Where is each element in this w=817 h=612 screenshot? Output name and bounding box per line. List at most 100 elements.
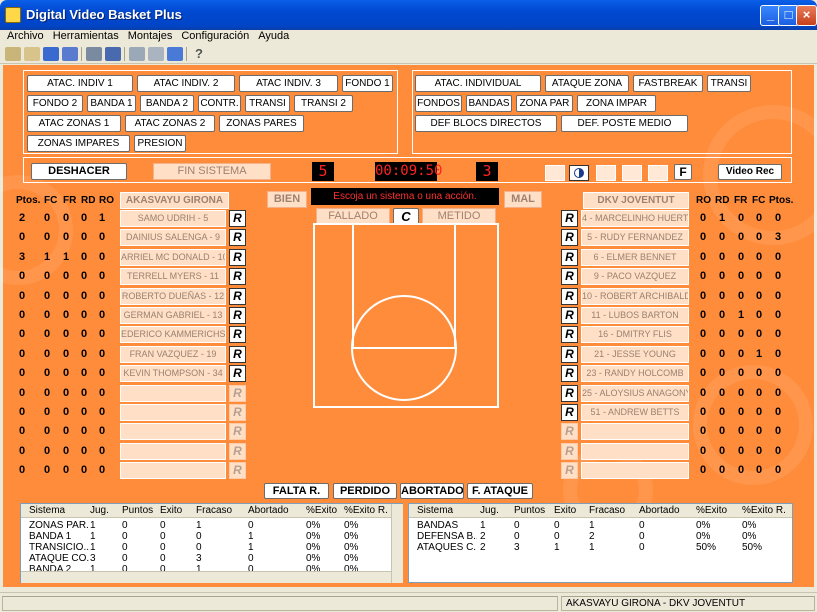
home-player-9[interactable] xyxy=(120,384,226,402)
home-player-7[interactable]: FRAN VAZQUEZ - 19 xyxy=(120,345,226,363)
table_left-col-fracaso[interactable]: Fracaso xyxy=(196,505,246,516)
home-table-hscrollbar[interactable] xyxy=(21,571,391,583)
video-rec-button[interactable]: Video Rec xyxy=(718,164,782,180)
layout-icon[interactable] xyxy=(148,47,164,61)
away-player-8[interactable]: 23 - RANDY HOLCOMB xyxy=(581,365,689,383)
menu-archivo[interactable]: Archivo xyxy=(5,30,46,43)
home-player-3[interactable]: TERRELL MYERS - 11 xyxy=(120,268,226,286)
f-ataque-button[interactable]: F. ATAQUE xyxy=(467,483,533,499)
table_right-col-puntos[interactable]: Puntos xyxy=(514,505,550,516)
window-icon[interactable] xyxy=(129,47,145,61)
menu-montajes[interactable]: Montajes xyxy=(126,30,175,43)
home-systems-table[interactable]: Sistema Jug. Puntos Exito Fracaso Abortado %Ex… xyxy=(20,503,403,583)
system-button-banda-1[interactable]: BANDA 1 xyxy=(87,95,136,112)
away-player-10[interactable]: 51 - ANDREW BETTS xyxy=(581,404,689,421)
away-r-button-11[interactable]: R xyxy=(561,423,578,441)
table_right-col-exito-r[interactable]: %Exito R. xyxy=(742,505,794,516)
home-r-button-0[interactable]: R xyxy=(229,210,246,227)
home-player-6[interactable]: EDERICO KAMMERICHS - 1 xyxy=(120,326,226,344)
away-player-2[interactable]: 6 - ELMER BENNET xyxy=(581,248,689,266)
away-r-button-5[interactable]: R xyxy=(561,307,578,324)
court-diagram[interactable] xyxy=(313,223,499,408)
menu-herramientas[interactable]: Herramientas xyxy=(51,30,121,43)
system-button-fondo-1[interactable]: FONDO 1 xyxy=(342,75,393,92)
away-player-9[interactable]: 25 - ALOYSIUS ANAGONYE xyxy=(581,384,689,402)
draw-icon[interactable] xyxy=(86,47,102,61)
bien-button[interactable]: BIEN xyxy=(267,191,307,208)
away-r-button-8[interactable]: R xyxy=(561,365,578,383)
system-button-def-blocs-directos[interactable]: DEF BLOCS DIRECTOS xyxy=(415,115,557,132)
away-player-6[interactable]: 16 - DMITRY FLIS xyxy=(581,326,689,344)
system-button-fondos[interactable]: FONDOS xyxy=(415,95,462,112)
away-player-1[interactable]: 5 - RUDY FERNANDEZ xyxy=(581,229,689,247)
table_right-col-jug[interactable]: Jug. xyxy=(480,505,510,516)
system-button-transi-2[interactable]: TRANSI 2 xyxy=(294,95,353,112)
system-button-zonas-pares[interactable]: ZONAS PARES xyxy=(219,115,304,132)
system-button-fastbreak[interactable]: FASTBREAK xyxy=(633,75,703,92)
away-player-5[interactable]: 11 - LUBOS BARTON xyxy=(581,307,689,324)
table_right-col-exito[interactable]: %Exito xyxy=(696,505,740,516)
system-button-atac-zonas-1[interactable]: ATAC ZONAS 1 xyxy=(27,115,121,132)
away-player-4[interactable]: 10 - ROBERT ARCHIBALD xyxy=(581,287,689,305)
home-r-button-5[interactable]: R xyxy=(229,307,246,324)
option-box-3[interactable] xyxy=(622,165,642,181)
save-icon[interactable] xyxy=(43,47,59,61)
system-button-banda-2[interactable]: BANDA 2 xyxy=(140,95,194,112)
menu-configuracion[interactable]: Configuración xyxy=(179,30,251,43)
mal-button[interactable]: MAL xyxy=(504,191,542,208)
home-player-12[interactable] xyxy=(120,442,226,460)
system-button-zonas-impares[interactable]: ZONAS IMPARES xyxy=(27,135,130,152)
away-r-button-10[interactable]: R xyxy=(561,404,578,421)
away-player-12[interactable] xyxy=(581,442,689,460)
home-player-2[interactable]: ARRIEL MC DONALD - 10 xyxy=(120,248,226,266)
home-player-10[interactable] xyxy=(120,404,226,421)
team-icon[interactable] xyxy=(62,47,78,61)
home-r-button-4[interactable]: R xyxy=(229,287,246,305)
menu-ayuda[interactable]: Ayuda xyxy=(256,30,291,43)
system-button-atac-indiv-3[interactable]: ATAC INDIV. 3 xyxy=(239,75,338,92)
home-player-4[interactable]: ROBERTO DUEÑAS - 12 xyxy=(120,287,226,305)
system-button-bandas[interactable]: BANDAS xyxy=(466,95,512,112)
system-button-atac-indiv-2[interactable]: ATAC INDIV. 2 xyxy=(137,75,235,92)
table_left-col-jug[interactable]: Jug. xyxy=(90,505,120,516)
home-r-button-6[interactable]: R xyxy=(229,326,246,344)
away-r-button-2[interactable]: R xyxy=(561,248,578,266)
away-r-button-4[interactable]: R xyxy=(561,287,578,305)
system-button-atac-indiv-1[interactable]: ATAC. INDIV 1 xyxy=(27,75,133,92)
home-player-8[interactable]: KEVIN THOMPSON - 34 xyxy=(120,365,226,383)
system-button-presion[interactable]: PRESION xyxy=(134,135,186,152)
home-player-5[interactable]: GERMAN GABRIEL - 13 xyxy=(120,307,226,324)
perdido-button[interactable]: PERDIDO xyxy=(333,483,397,499)
table_left-col-exito[interactable]: %Exito xyxy=(306,505,344,516)
option-box-1[interactable] xyxy=(545,165,565,181)
table_right-col-abortado[interactable]: Abortado xyxy=(639,505,695,516)
away-player-13[interactable] xyxy=(581,462,689,480)
system-button-transi[interactable]: TRANSI xyxy=(707,75,751,92)
away-player-7[interactable]: 21 - JESSE YOUNG xyxy=(581,345,689,363)
end-system-button[interactable]: FIN SISTEMA xyxy=(153,163,271,180)
table_right-col-exito[interactable]: Exito xyxy=(554,505,588,516)
system-button-atac-individual[interactable]: ATAC. INDIVIDUAL xyxy=(415,75,541,92)
home-player-0[interactable]: SAMO UDRIH - 5 xyxy=(120,210,226,227)
away-player-0[interactable]: 4 - MARCELINHO HUERTAS xyxy=(581,210,689,227)
home-team-name[interactable]: AKASVAYU GIRONA xyxy=(120,192,229,209)
close-button[interactable]: × xyxy=(796,5,817,26)
away-systems-table[interactable]: Sistema Jug. Puntos Exito Fracaso Abortado %Ex… xyxy=(408,503,793,583)
home-table-scrollbar[interactable] xyxy=(391,504,403,583)
away-r-button-1[interactable]: R xyxy=(561,229,578,247)
f-button[interactable]: F xyxy=(674,164,692,180)
home-r-button-11[interactable]: R xyxy=(229,423,246,441)
table_right-col-sistema[interactable]: Sistema xyxy=(417,505,477,516)
option-box-2[interactable] xyxy=(596,165,616,181)
open-folder-icon[interactable] xyxy=(24,47,40,61)
away-r-button-7[interactable]: R xyxy=(561,345,578,363)
home-player-1[interactable]: DAINIUS SALENGA - 9 xyxy=(120,229,226,247)
contrast-icon[interactable] xyxy=(569,165,589,181)
away-r-button-13[interactable]: R xyxy=(561,462,578,480)
away-r-button-0[interactable]: R xyxy=(561,210,578,227)
table_left-col-abortado[interactable]: Abortado xyxy=(248,505,304,516)
system-button-zona-par[interactable]: ZONA PAR xyxy=(516,95,573,112)
home-r-button-9[interactable]: R xyxy=(229,384,246,402)
table_left-col-sistema[interactable]: Sistema xyxy=(29,505,89,516)
away-player-11[interactable] xyxy=(581,423,689,441)
